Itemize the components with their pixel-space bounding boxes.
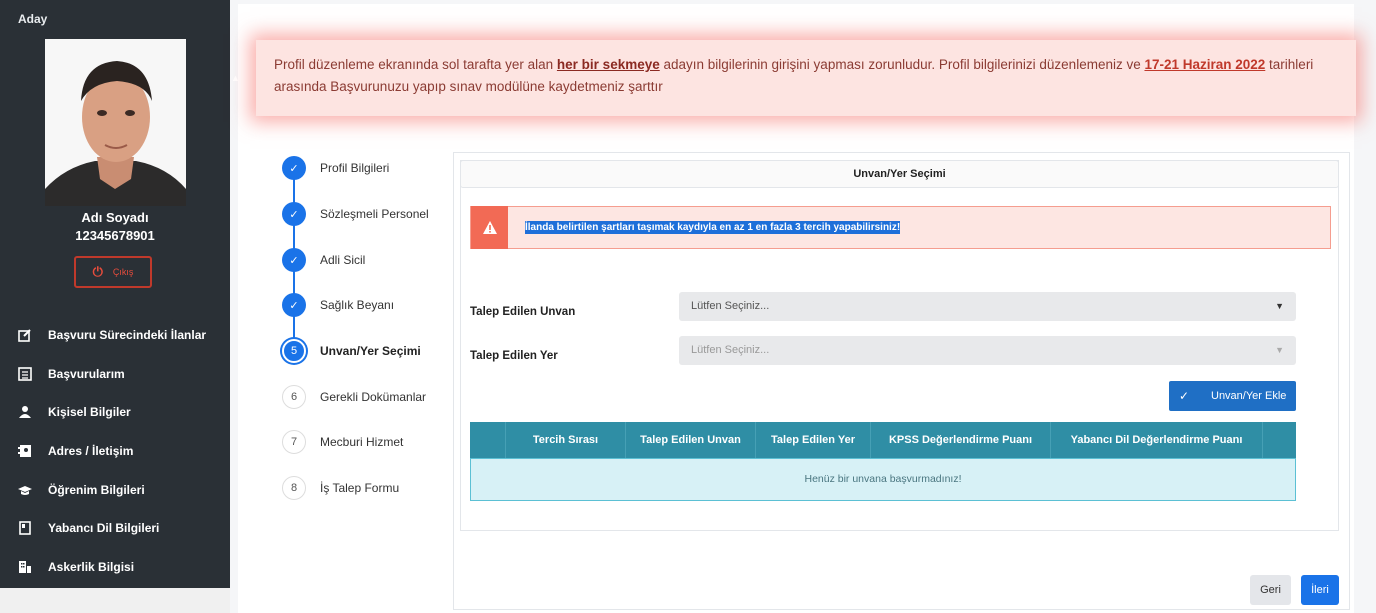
table-header-cell <box>1263 422 1296 458</box>
logout-button[interactable]: ⏻ Çıkış <box>74 256 152 288</box>
notice-arrow-icon: ▲ <box>231 73 240 83</box>
add-button-label: Unvan/Yer Ekle <box>1211 390 1287 402</box>
unvan-select[interactable]: Lütfen Seçiniz... ▼ <box>679 292 1296 321</box>
table-empty-message: Henüz bir unvana başvurmadınız! <box>470 458 1296 501</box>
notice-text: Profil düzenleme ekranında sol tarafta y… <box>274 57 557 72</box>
check-icon: ✓ <box>1178 389 1190 403</box>
step-number: 5 <box>282 339 306 363</box>
step-saglik-beyani[interactable]: ✓ Sağlık Beyanı <box>282 293 394 317</box>
check-icon: ✓ <box>282 248 306 272</box>
sidebar-item-askerlik[interactable]: Askerlik Bilgisi <box>0 548 230 587</box>
book-icon <box>18 521 32 536</box>
building-icon <box>18 560 32 574</box>
preferences-table-header: Tercih Sırası Talep Edilen Unvan Talep E… <box>470 422 1296 458</box>
sidebar-footer <box>0 588 230 613</box>
sidebar-item-ogrenim[interactable]: Öğrenim Bilgileri <box>0 470 230 509</box>
user-role: Aday <box>18 12 48 26</box>
logout-label: Çıkış <box>112 267 134 277</box>
sidebar-item-label: Başvuru Sürecindeki İlanlar <box>48 328 207 343</box>
sidebar-item-label: Başvurularım <box>48 366 125 381</box>
sidebar-menu: Başvuru Sürecindeki İlanlar Başvurularım… <box>0 316 230 586</box>
step-label: Mecburi Hizmet <box>320 435 404 449</box>
graduation-cap-icon <box>18 483 32 497</box>
user-name: Adı Soyadı <box>81 210 149 225</box>
step-mecburi-hizmet[interactable]: 7 Mecburi Hizmet <box>282 430 403 454</box>
yer-select-value: Lütfen Seçiniz... <box>691 344 770 356</box>
step-number: 8 <box>282 476 306 500</box>
step-label: Sağlık Beyanı <box>320 298 395 312</box>
unvan-label: Talep Edilen Unvan <box>470 306 576 318</box>
warning-text: İlanda belirtilen şartları taşımak kaydı… <box>525 221 901 234</box>
step-label: Gerekli Dokümanlar <box>320 390 427 404</box>
sidebar-item-label: Askerlik Bilgisi <box>48 559 135 574</box>
check-icon: ✓ <box>282 293 306 317</box>
step-unvan-yer-secimi[interactable]: 5 Unvan/Yer Seçimi <box>282 339 421 363</box>
check-icon: ✓ <box>282 156 306 180</box>
warning-alert: İlanda belirtilen şartları taşımak kaydı… <box>470 206 1331 249</box>
list-icon <box>18 367 32 381</box>
edit-icon <box>18 328 32 343</box>
step-label: İş Talep Formu <box>320 481 400 495</box>
user-id: 12345678901 <box>75 228 155 243</box>
back-button[interactable]: Geri <box>1250 575 1291 605</box>
sidebar-item-label: Yabancı Dil Bilgileri <box>48 521 160 536</box>
table-header-cell <box>470 422 506 458</box>
notice-text: adayın bilgilerinin girişini yapması zor… <box>659 57 1145 72</box>
table-header-cell: KPSS Değerlendirme Puanı <box>871 422 1051 458</box>
profile-notice: Profil düzenleme ekranında sol tarafta y… <box>256 40 1356 116</box>
sidebar-item-ilanlar[interactable]: Başvuru Sürecindeki İlanlar <box>0 316 230 355</box>
check-icon: ✓ <box>282 202 306 226</box>
user-icon <box>18 405 32 419</box>
step-label: Profil Bilgileri <box>320 161 390 175</box>
table-header-cell: Tercih Sırası <box>506 422 626 458</box>
chevron-down-icon: ▼ <box>1275 345 1284 355</box>
step-number: 6 <box>282 385 306 409</box>
avatar <box>45 39 186 206</box>
sidebar-item-basvurularim[interactable]: Başvurularım <box>0 355 230 394</box>
power-icon: ⏻ <box>92 264 103 279</box>
next-button[interactable]: İleri <box>1301 575 1339 605</box>
sidebar-item-label: Kişisel Bilgiler <box>48 405 131 420</box>
step-number: 7 <box>282 430 306 454</box>
step-label: Sözleşmeli Personel <box>320 207 429 221</box>
sidebar-item-label: Öğrenim Bilgileri <box>48 482 145 497</box>
step-label: Adli Sicil <box>320 253 366 267</box>
table-header-cell: Yabancı Dil Değerlendirme Puanı <box>1051 422 1263 458</box>
step-gerekli-dokumanlar[interactable]: 6 Gerekli Dokümanlar <box>282 385 426 409</box>
table-header-cell: Talep Edilen Unvan <box>626 422 756 458</box>
step-label: Unvan/Yer Seçimi <box>320 344 421 358</box>
sidebar: Aday Adı Soyadı 12345678901 ⏻ Çıkış Başv… <box>0 0 230 588</box>
address-book-icon <box>18 444 32 458</box>
sidebar-item-kisisel[interactable]: Kişisel Bilgiler <box>0 393 230 432</box>
notice-emphasis: her bir sekmeye <box>556 57 660 72</box>
section-title: Unvan/Yer Seçimi <box>460 160 1339 188</box>
chevron-down-icon: ▼ <box>1275 301 1284 311</box>
add-unvan-yer-button[interactable]: ✓ Unvan/Yer Ekle <box>1169 381 1296 411</box>
sidebar-item-yabanci-dil[interactable]: Yabancı Dil Bilgileri <box>0 509 230 548</box>
step-sozlesmeli-personel[interactable]: ✓ Sözleşmeli Personel <box>282 202 429 226</box>
notice-date: 17-21 Haziran 2022 <box>1144 57 1266 72</box>
step-profil-bilgileri[interactable]: ✓ Profil Bilgileri <box>282 156 389 180</box>
sidebar-item-label: Adres / İletişim <box>48 444 134 459</box>
sidebar-item-adres[interactable]: Adres / İletişim <box>0 432 230 471</box>
yer-label: Talep Edilen Yer <box>470 350 558 362</box>
profile-photo <box>45 39 186 206</box>
yer-select[interactable]: Lütfen Seçiniz... ▼ <box>679 336 1296 365</box>
step-is-talep-formu[interactable]: 8 İş Talep Formu <box>282 476 399 500</box>
warning-icon <box>471 206 508 249</box>
step-adli-sicil[interactable]: ✓ Adli Sicil <box>282 248 365 272</box>
table-header-cell: Talep Edilen Yer <box>756 422 871 458</box>
unvan-select-value: Lütfen Seçiniz... <box>691 300 770 312</box>
